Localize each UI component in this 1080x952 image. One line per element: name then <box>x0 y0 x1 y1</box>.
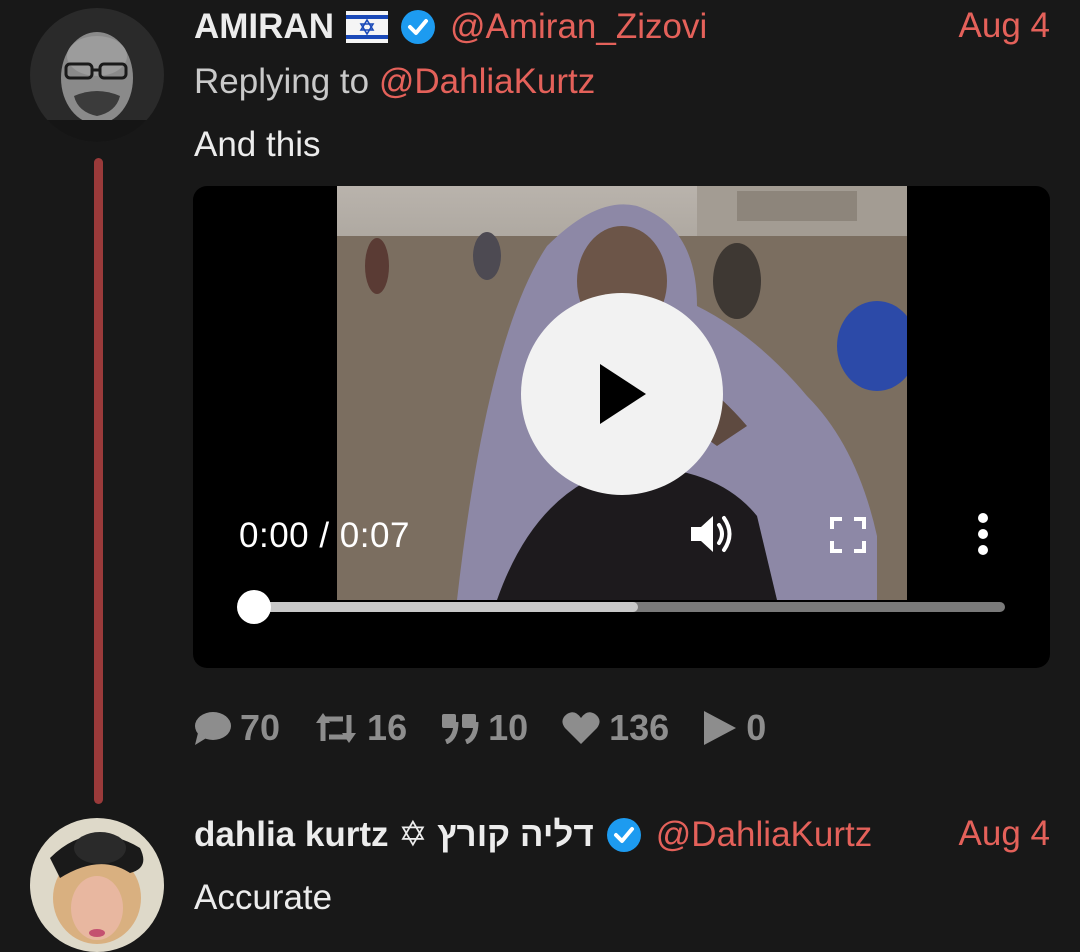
verified-badge-icon <box>400 9 436 45</box>
reply-count-button[interactable]: 70 <box>192 707 280 749</box>
author-name[interactable]: AMIRAN <box>194 7 334 47</box>
replying-handle[interactable]: @DahliaKurtz <box>379 62 595 101</box>
play-button[interactable] <box>521 293 723 495</box>
post-date[interactable]: Aug 4 <box>959 814 1050 854</box>
israel-flag-icon <box>345 11 388 43</box>
quote-icon <box>442 714 479 744</box>
replying-to: Replying to @DahliaKurtz <box>194 62 595 102</box>
like-count-button[interactable]: 136 <box>561 707 669 749</box>
progress-scrubber[interactable] <box>237 590 271 624</box>
post-amiran: AMIRAN @Amiran_Zizovi Aug 4 Replying to … <box>0 0 1080 804</box>
post-text: Accurate <box>194 878 333 917</box>
play-count-icon <box>704 711 737 745</box>
volume-icon[interactable] <box>689 513 735 560</box>
post-date[interactable]: Aug 4 <box>959 6 1050 46</box>
retweet-count-button[interactable]: 16 <box>313 707 407 749</box>
like-count: 136 <box>609 707 670 748</box>
avatar-dahlia[interactable] <box>30 818 164 952</box>
retweet-count: 16 <box>367 707 408 748</box>
reply-count: 70 <box>240 707 281 748</box>
heart-icon <box>562 712 600 744</box>
quote-count-button[interactable]: 10 <box>440 707 528 749</box>
author-handle[interactable]: @Amiran_Zizovi <box>450 7 707 47</box>
post-dahlia: dahlia kurtz ✡ דליה קורץ @DahliaKurtz Au… <box>0 800 1080 952</box>
retweet-icon <box>316 713 357 743</box>
view-count-button[interactable]: 0 <box>702 707 766 749</box>
post-header: AMIRAN @Amiran_Zizovi <box>194 2 707 52</box>
fullscreen-icon[interactable] <box>830 517 866 558</box>
view-count: 0 <box>746 707 767 748</box>
post-header: dahlia kurtz ✡ דליה קורץ @DahliaKurtz <box>194 810 872 860</box>
post-text: And this <box>194 125 321 164</box>
replying-prefix: Replying to <box>194 62 379 101</box>
comment-icon <box>195 712 231 745</box>
author-name[interactable]: dahlia kurtz ✡ דליה קורץ <box>194 815 594 855</box>
video-time: 0:00 / 0:07 <box>239 516 410 555</box>
quote-count: 10 <box>488 707 529 748</box>
avatar-amiran[interactable] <box>30 8 164 142</box>
play-icon <box>600 364 646 424</box>
video-player[interactable]: 0:00 / 0:07 <box>193 186 1050 668</box>
author-handle[interactable]: @DahliaKurtz <box>656 815 872 855</box>
post-stats: 70 16 10 136 0 <box>192 705 799 751</box>
more-vertical-icon[interactable] <box>973 513 993 560</box>
progress-buffered <box>255 602 638 612</box>
progress-track[interactable] <box>255 602 1005 612</box>
thread-line <box>94 158 103 804</box>
verified-badge-icon <box>606 817 642 853</box>
